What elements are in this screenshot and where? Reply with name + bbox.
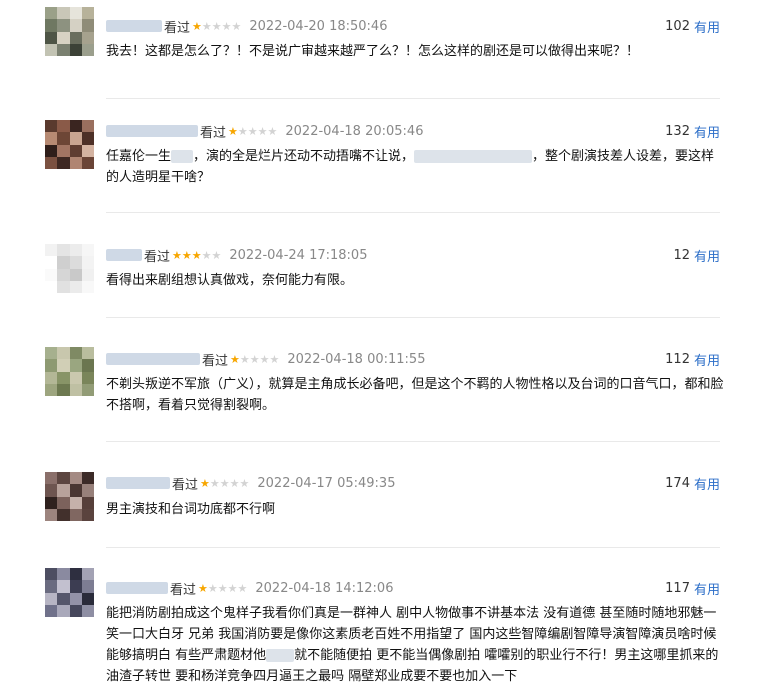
username[interactable] xyxy=(106,20,162,32)
divider xyxy=(106,317,720,318)
review-content: 男主演技和台词功底都不行啊 xyxy=(106,502,276,517)
star-icon: ★ xyxy=(201,19,212,33)
useful-vote[interactable]: 117 有用 xyxy=(665,578,720,598)
useful-vote[interactable]: 174 有用 xyxy=(665,473,720,493)
watched-label: 看过 xyxy=(170,582,197,598)
redacted-text xyxy=(171,150,194,163)
star-icon: ★ xyxy=(227,581,238,595)
review-content: 看得出来剧组想认真做戏，奈何能力有限。 xyxy=(106,273,354,288)
avatar[interactable] xyxy=(45,568,94,617)
username[interactable] xyxy=(106,582,168,594)
star-icon: ★ xyxy=(198,581,208,595)
rating-stars: ★★★★★ xyxy=(192,20,241,33)
redacted-text xyxy=(414,150,533,163)
username[interactable] xyxy=(106,353,200,365)
avatar[interactable] xyxy=(45,244,94,293)
useful-count: 102 xyxy=(665,18,690,34)
star-icon: ★ xyxy=(211,248,222,262)
useful-count: 112 xyxy=(665,351,690,367)
review-content: 能把消防剧拍成这个鬼样子我看你们真是一群神人 剧中人物做事不讲基本法 没有道德 … xyxy=(106,606,719,684)
star-icon: ★ xyxy=(211,19,222,33)
review-time: 2022-04-17 05:49:35 xyxy=(257,475,396,491)
useful-vote[interactable]: 102 有用 xyxy=(665,16,720,36)
review-content: 不剃头叛逆不军旅（广义），就算是主角成长必备吧，但是这个不羁的人物性格以及台词的… xyxy=(106,377,724,413)
useful-vote[interactable]: 112 有用 xyxy=(665,349,720,369)
star-icon: ★ xyxy=(192,19,202,33)
watched-label: 看过 xyxy=(200,125,227,141)
star-icon: ★ xyxy=(191,248,202,262)
divider xyxy=(106,98,720,99)
review-content: 任嘉伦一生 ，演的全是烂片还动不动捂嘴不让说， ，整个剧演技差人设差，要这样的人造明… xyxy=(106,149,715,185)
review-time: 2022-04-18 14:12:06 xyxy=(255,580,394,596)
useful-button[interactable]: 有用 xyxy=(694,350,720,369)
username[interactable] xyxy=(106,477,170,489)
watched-label: 看过 xyxy=(144,249,171,265)
star-icon: ★ xyxy=(247,124,258,138)
watched-label: 看过 xyxy=(172,477,199,493)
useful-button[interactable]: 有用 xyxy=(694,17,720,36)
review-time: 2022-04-24 17:18:05 xyxy=(229,247,368,263)
star-icon: ★ xyxy=(237,581,248,595)
redacted-text xyxy=(266,649,295,662)
star-icon: ★ xyxy=(237,124,248,138)
useful-count: 12 xyxy=(673,247,690,263)
useful-button[interactable]: 有用 xyxy=(694,579,720,598)
star-icon: ★ xyxy=(200,476,210,490)
divider xyxy=(106,212,720,213)
review-header: 看过 ★★★★★ 2022-04-18 20:05:46 xyxy=(106,121,423,141)
divider xyxy=(106,441,720,442)
username[interactable] xyxy=(106,249,142,261)
useful-button[interactable]: 有用 xyxy=(694,122,720,141)
avatar[interactable] xyxy=(45,7,94,56)
star-icon: ★ xyxy=(259,352,270,366)
review-time: 2022-04-18 20:05:46 xyxy=(285,123,424,139)
useful-count: 132 xyxy=(665,123,690,139)
useful-button[interactable]: 有用 xyxy=(694,246,720,265)
review-time: 2022-04-20 18:50:46 xyxy=(249,18,388,34)
star-icon: ★ xyxy=(228,124,238,138)
useful-count: 174 xyxy=(665,475,690,491)
review-header: 看过 ★★★★★ 2022-04-18 00:11:55 xyxy=(106,349,425,369)
review-content: 我去！这都是怎么了？！不是说广审越来越严了么？！怎么这样的剧还是可以做得出来呢？… xyxy=(106,44,640,59)
star-icon: ★ xyxy=(219,476,230,490)
divider xyxy=(106,547,720,548)
rating-stars: ★★★★★ xyxy=(172,249,221,262)
star-icon: ★ xyxy=(249,352,260,366)
star-icon: ★ xyxy=(221,19,232,33)
watched-label: 看过 xyxy=(164,20,191,36)
star-icon: ★ xyxy=(207,581,218,595)
useful-count: 117 xyxy=(665,580,690,596)
username[interactable] xyxy=(106,125,198,137)
star-icon: ★ xyxy=(217,581,228,595)
star-icon: ★ xyxy=(172,248,182,262)
star-icon: ★ xyxy=(267,124,278,138)
useful-vote[interactable]: 12 有用 xyxy=(673,245,720,265)
star-icon: ★ xyxy=(257,124,268,138)
star-icon: ★ xyxy=(209,476,220,490)
review-header: 看过 ★★★★★ 2022-04-20 18:50:46 xyxy=(106,16,387,36)
avatar[interactable] xyxy=(45,120,94,169)
review-header: 看过 ★★★★★ 2022-04-17 05:49:35 xyxy=(106,473,395,493)
star-icon: ★ xyxy=(269,352,280,366)
rating-stars: ★★★★★ xyxy=(228,125,277,138)
rating-stars: ★★★★★ xyxy=(200,477,249,490)
star-icon: ★ xyxy=(239,476,250,490)
avatar[interactable] xyxy=(45,472,94,521)
avatar[interactable] xyxy=(45,347,94,396)
star-icon: ★ xyxy=(201,248,212,262)
star-icon: ★ xyxy=(231,19,242,33)
review-time: 2022-04-18 00:11:55 xyxy=(287,351,426,367)
watched-label: 看过 xyxy=(202,353,229,369)
useful-button[interactable]: 有用 xyxy=(694,474,720,493)
review-header: 看过 ★★★★★ 2022-04-24 17:18:05 xyxy=(106,245,367,265)
review-header: 看过 ★★★★★ 2022-04-18 14:12:06 xyxy=(106,578,393,598)
star-icon: ★ xyxy=(239,352,250,366)
star-icon: ★ xyxy=(181,248,192,262)
star-icon: ★ xyxy=(230,352,240,366)
useful-vote[interactable]: 132 有用 xyxy=(665,121,720,141)
rating-stars: ★★★★★ xyxy=(230,353,279,366)
star-icon: ★ xyxy=(229,476,240,490)
rating-stars: ★★★★★ xyxy=(198,582,247,595)
